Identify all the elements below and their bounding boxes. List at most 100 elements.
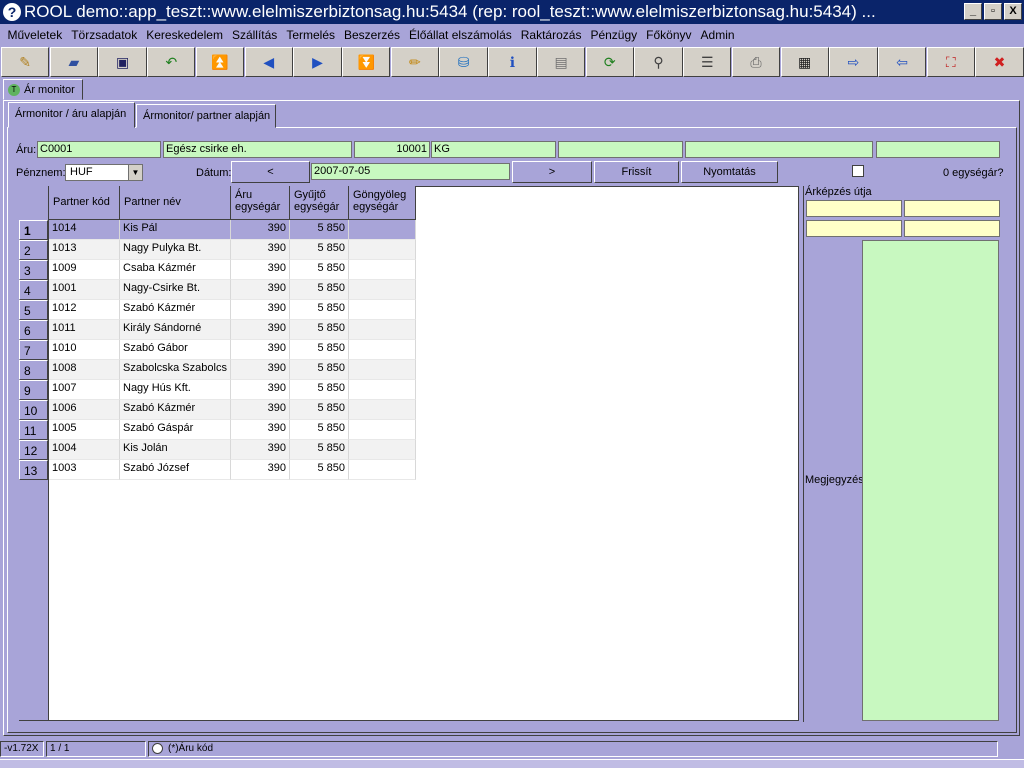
cell-go[interactable]	[349, 320, 416, 340]
refresh-button[interactable]: Frissít	[594, 161, 679, 183]
cell-go[interactable]	[349, 440, 416, 460]
row-number[interactable]: 11	[19, 420, 48, 440]
table-row[interactable]: 1004 Kis Jolán 390 5 850	[49, 440, 416, 460]
notes-textarea[interactable]	[862, 240, 999, 721]
cell-go[interactable]	[349, 460, 416, 480]
arkepzes-field-2[interactable]	[904, 200, 1000, 217]
cell-ar[interactable]: 390	[231, 380, 290, 400]
toolbar-button-exit[interactable]: ✖	[975, 47, 1024, 77]
cell-kod[interactable]: 1004	[49, 440, 120, 460]
aru-unit-field[interactable]: KG	[431, 141, 556, 158]
cell-gy[interactable]: 5 850	[290, 260, 349, 280]
cell-ar[interactable]: 390	[231, 240, 290, 260]
menu-penzugy[interactable]: Pénzügy	[586, 28, 642, 42]
toolbar-button-refresh[interactable]: ⟳	[585, 47, 634, 77]
menu-szallitas[interactable]: Szállítás	[227, 28, 281, 42]
cell-gy[interactable]: 5 850	[290, 420, 349, 440]
cell-go[interactable]	[349, 300, 416, 320]
table-row[interactable]: 1011 Király Sándorné 390 5 850	[49, 320, 416, 340]
arkepzes-field-1[interactable]	[806, 200, 902, 217]
row-number[interactable]: 10	[19, 400, 48, 420]
cell-go[interactable]	[349, 260, 416, 280]
tab-armonitor-aru[interactable]: Ármonitor / áru alapján	[8, 102, 135, 128]
arkepzes-field-3[interactable]	[806, 220, 902, 237]
cell-go[interactable]	[349, 240, 416, 260]
menu-termeles[interactable]: Termelés	[282, 28, 340, 42]
toolbar-button-form[interactable]: ▤	[536, 47, 586, 77]
toolbar-button-import[interactable]: ⇦	[877, 47, 927, 77]
toolbar-button-prev[interactable]: ◀	[244, 47, 293, 77]
table-row[interactable]: 1003 Szabó József 390 5 850	[49, 460, 416, 480]
cell-kod[interactable]: 1009	[49, 260, 120, 280]
aru-code-field[interactable]: C0001	[37, 141, 161, 158]
table-row[interactable]: 1001 Nagy-Csirke Bt. 390 5 850	[49, 280, 416, 300]
cell-ar[interactable]: 390	[231, 220, 290, 240]
menu-raktarozas[interactable]: Raktározás	[516, 28, 586, 42]
cell-ar[interactable]: 390	[231, 440, 290, 460]
cell-go[interactable]	[349, 400, 416, 420]
cell-nev[interactable]: Szabó Kázmér	[120, 300, 231, 320]
cell-gy[interactable]: 5 850	[290, 300, 349, 320]
key-radio[interactable]	[152, 742, 163, 754]
cell-nev[interactable]: Szabó Gáspár	[120, 420, 231, 440]
cell-kod[interactable]: 1003	[49, 460, 120, 480]
cell-nev[interactable]: Nagy Hús Kft.	[120, 380, 231, 400]
cell-kod[interactable]: 1011	[49, 320, 120, 340]
menu-admin[interactable]: Admin	[696, 28, 739, 42]
row-number[interactable]: 9	[19, 380, 48, 400]
print-button[interactable]: Nyomtatás	[681, 161, 778, 183]
cell-gy[interactable]: 5 850	[290, 360, 349, 380]
toolbar-button-undo[interactable]: ↶	[147, 47, 196, 77]
cell-nev[interactable]: Nagy Pulyka Bt.	[120, 240, 231, 260]
cell-kod[interactable]: 1013	[49, 240, 120, 260]
toolbar-button-print[interactable]: ⎙	[731, 47, 781, 77]
row-number[interactable]: 2	[19, 240, 48, 260]
cell-gy[interactable]: 5 850	[290, 460, 349, 480]
col-header-partner-nev[interactable]: Partner név	[120, 186, 231, 220]
chevron-down-icon[interactable]: ▼	[128, 165, 142, 180]
menu-beszerzes[interactable]: Beszerzés	[340, 28, 405, 42]
cell-gy[interactable]: 5 850	[290, 400, 349, 420]
aru-qty-field[interactable]: 10001	[354, 141, 430, 158]
toolbar-button-grid[interactable]: ▦	[780, 47, 829, 77]
cell-ar[interactable]: 390	[231, 320, 290, 340]
toolbar-button-first[interactable]: ⏫	[195, 47, 245, 77]
cell-gy[interactable]: 5 850	[290, 380, 349, 400]
table-row[interactable]: 1010 Szabó Gábor 390 5 850	[49, 340, 416, 360]
prev-date-button[interactable]: <	[231, 161, 310, 183]
row-number[interactable]: 8	[19, 360, 48, 380]
table-row[interactable]: 1012 Szabó Kázmér 390 5 850	[49, 300, 416, 320]
cell-kod[interactable]: 1001	[49, 280, 120, 300]
toolbar-button-next[interactable]: ▶	[293, 47, 342, 77]
menu-kereskedelem[interactable]: Kereskedelem	[142, 28, 228, 42]
cell-nev[interactable]: Szabó Gábor	[120, 340, 231, 360]
cell-ar[interactable]: 390	[231, 420, 290, 440]
toolbar-button-filter[interactable]: ☰	[683, 47, 732, 77]
row-number[interactable]: 1	[19, 220, 48, 240]
cell-nev[interactable]: Kis Jolán	[120, 440, 231, 460]
aru-extra-field-2[interactable]	[685, 141, 873, 158]
table-row[interactable]: 1013 Nagy Pulyka Bt. 390 5 850	[49, 240, 416, 260]
cell-nev[interactable]: Csaba Kázmér	[120, 260, 231, 280]
zero-price-checkbox[interactable]	[852, 165, 864, 177]
cell-ar[interactable]: 390	[231, 360, 290, 380]
row-number[interactable]: 5	[19, 300, 48, 320]
toolbar-button-last[interactable]: ⏬	[342, 47, 391, 77]
col-header-gongyoleg-egysegar[interactable]: Göngyöleg egységár	[349, 186, 416, 220]
toolbar-button-search[interactable]: ⚲	[634, 47, 683, 77]
minimize-button[interactable]: _	[964, 3, 982, 20]
cell-kod[interactable]: 1007	[49, 380, 120, 400]
cell-ar[interactable]: 390	[231, 300, 290, 320]
toolbar-button-fullscreen[interactable]: ⛶	[926, 47, 975, 77]
col-header-partner-kod[interactable]: Partner kód	[49, 186, 120, 220]
cell-ar[interactable]: 390	[231, 280, 290, 300]
cell-ar[interactable]: 390	[231, 400, 290, 420]
cell-nev[interactable]: Nagy-Csirke Bt.	[120, 280, 231, 300]
cell-nev[interactable]: Szabó József	[120, 460, 231, 480]
row-number[interactable]: 6	[19, 320, 48, 340]
cell-go[interactable]	[349, 220, 416, 240]
row-number[interactable]: 13	[19, 460, 48, 480]
cell-go[interactable]	[349, 360, 416, 380]
restore-button[interactable]: ▫	[984, 3, 1002, 20]
cell-gy[interactable]: 5 850	[290, 440, 349, 460]
